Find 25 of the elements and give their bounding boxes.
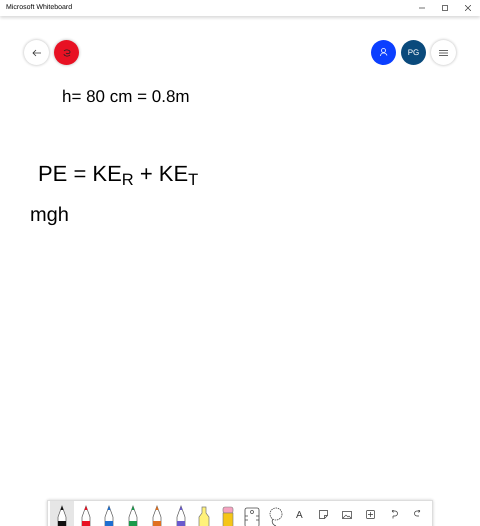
ruler-icon [244,507,260,526]
redo-icon [414,510,422,519]
menu-icon [439,50,448,56]
invite-button[interactable] [371,40,396,65]
back-arrow-icon [32,48,41,56]
close-icon[interactable] [465,5,471,11]
maximize-icon[interactable] [442,5,448,11]
note-icon [318,510,328,519]
menu-button[interactable] [431,40,456,65]
handwritten-ink: h= 80 cm = 0.8m [62,86,190,108]
minimize-icon[interactable] [419,5,425,11]
link-icon [62,48,72,56]
share-button[interactable] [54,40,79,65]
handwritten-ink: mgh [30,203,69,228]
user-avatar[interactable]: PG [401,40,426,65]
back-button[interactable] [24,40,49,65]
eraser-icon [222,506,234,526]
text-tool[interactable]: A [288,501,312,526]
image-icon [342,511,352,519]
undo-icon [390,510,398,519]
handwritten-ink: PE = KE$_{R}$ + KE$_{T}$ [38,160,198,190]
plus-box-icon [366,510,376,519]
pen-tool[interactable] [50,501,74,526]
lasso-icon [268,507,284,526]
person-icon [380,48,388,57]
